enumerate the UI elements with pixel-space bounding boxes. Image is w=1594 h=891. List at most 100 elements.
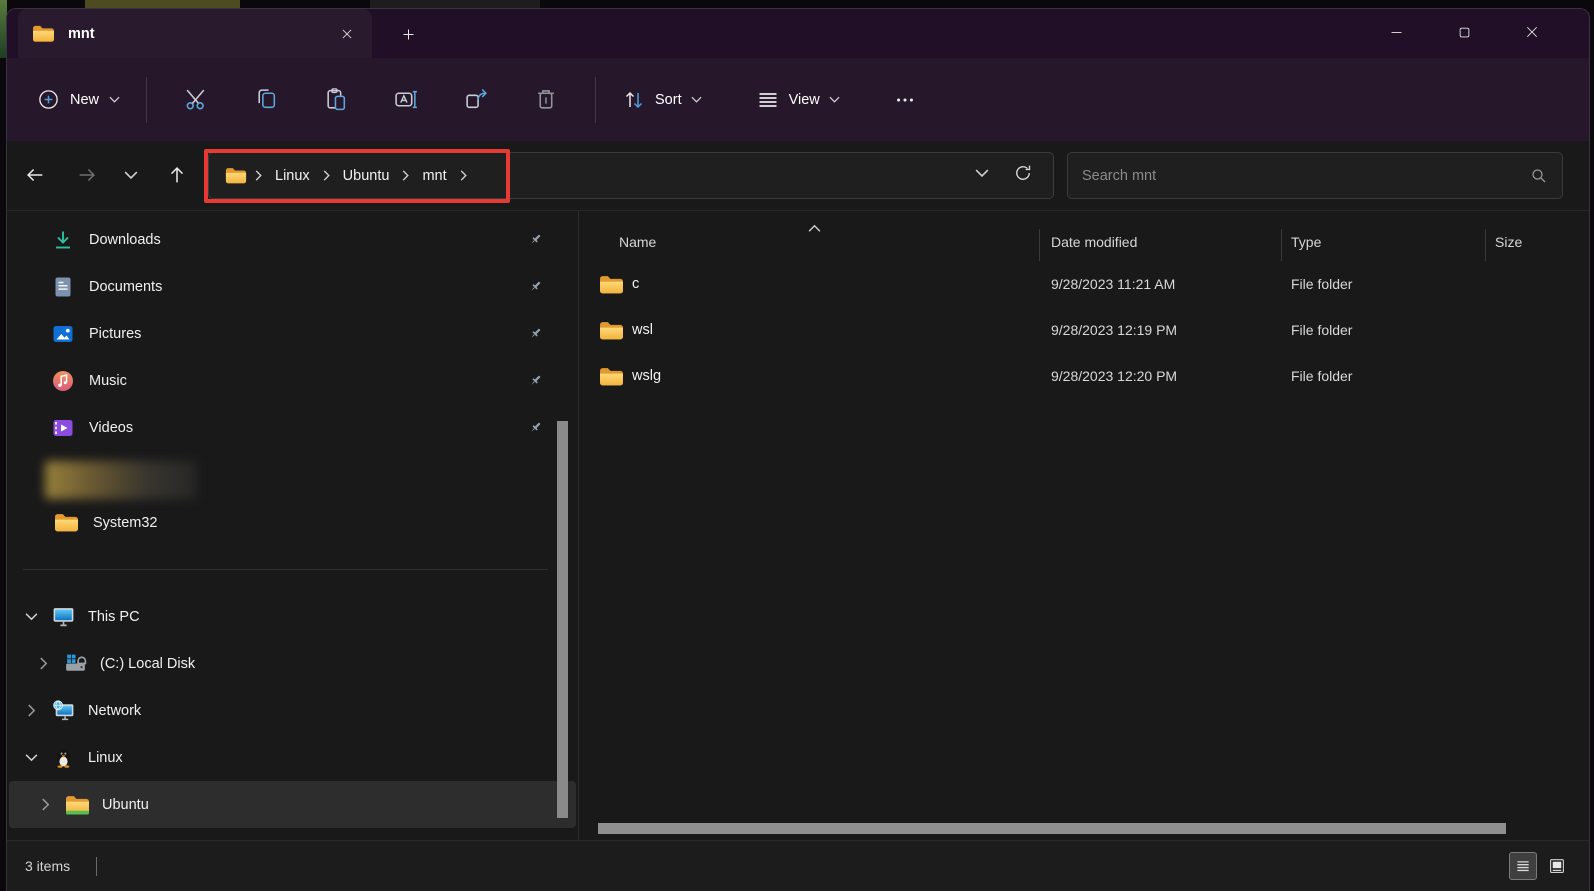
tree-item-linux[interactable]: Linux xyxy=(7,734,578,781)
column-header-date-modified[interactable]: Date modified xyxy=(1051,234,1137,250)
sidebar-item-label: Pictures xyxy=(89,326,141,342)
sidebar-item-system32[interactable]: System32 xyxy=(7,499,578,546)
file-type: File folder xyxy=(1291,368,1352,384)
breadcrumb-item-ubuntu[interactable]: Ubuntu xyxy=(334,164,399,188)
tree-item-c-drive[interactable]: (C:) Local Disk xyxy=(7,640,578,687)
recent-locations-button[interactable] xyxy=(111,155,151,195)
column-header-size[interactable]: Size xyxy=(1495,234,1522,250)
linux-tux-icon xyxy=(51,745,76,770)
refresh-icon xyxy=(1013,163,1033,183)
maximize-button[interactable] xyxy=(1430,9,1498,55)
breadcrumb-label: Ubuntu xyxy=(334,164,399,188)
column-headers: Name Date modified Type Size xyxy=(580,219,1583,267)
sidebar-item-label: Music xyxy=(89,373,127,389)
details-view-toggle[interactable] xyxy=(1509,852,1537,880)
breadcrumb-label: Linux xyxy=(266,164,319,188)
rename-button[interactable] xyxy=(379,78,433,122)
minimize-button[interactable] xyxy=(1362,9,1430,55)
refresh-button[interactable] xyxy=(1013,163,1033,188)
delete-icon xyxy=(534,87,559,112)
plus-circle-icon xyxy=(37,88,60,111)
search-box[interactable] xyxy=(1067,152,1563,199)
sidebar-item-videos[interactable]: Videos xyxy=(7,404,578,451)
large-icons-view-toggle[interactable] xyxy=(1543,852,1571,880)
sidebar-item-redacted[interactable] xyxy=(45,461,197,499)
music-icon xyxy=(51,369,75,393)
chevron-right-icon[interactable] xyxy=(35,657,51,670)
explorer-tab-mnt[interactable]: mnt xyxy=(18,9,372,58)
share-icon xyxy=(464,87,489,112)
breadcrumb-label: mnt xyxy=(413,164,455,188)
chevron-down-icon[interactable] xyxy=(23,610,39,623)
navigation-pane: Downloads Documents Pictures xyxy=(7,211,579,840)
breadcrumb-item-linux[interactable]: Linux xyxy=(266,164,319,188)
tree-item-network[interactable]: Network xyxy=(7,687,578,734)
column-header-type[interactable]: Type xyxy=(1291,234,1321,250)
chevron-down-icon[interactable] xyxy=(23,751,39,764)
pin-icon xyxy=(527,419,544,436)
cut-icon xyxy=(184,87,209,112)
back-button[interactable] xyxy=(15,155,55,195)
download-icon xyxy=(51,228,75,252)
paste-button[interactable] xyxy=(309,78,363,122)
address-dropdown-button[interactable] xyxy=(975,166,989,185)
sort-button[interactable]: Sort xyxy=(610,79,714,121)
breadcrumb-item-mnt[interactable]: mnt xyxy=(413,164,455,188)
file-row-wslg[interactable]: wslg 9/28/2023 12:20 PM File folder xyxy=(580,355,1577,401)
file-date-modified: 9/28/2023 11:21 AM xyxy=(1051,276,1175,292)
tab-close-button[interactable] xyxy=(332,19,362,49)
tree-item-this-pc[interactable]: This PC xyxy=(7,593,578,640)
breadcrumb-chevron-icon[interactable] xyxy=(456,170,471,181)
this-pc-icon xyxy=(51,604,76,629)
folder-icon xyxy=(54,512,79,533)
cut-button[interactable] xyxy=(169,78,223,122)
tree-item-label: Network xyxy=(88,703,141,719)
sidebar-item-downloads[interactable]: Downloads xyxy=(7,216,578,263)
pin-icon xyxy=(527,231,544,248)
share-button[interactable] xyxy=(449,78,503,122)
command-toolbar: New xyxy=(7,58,1589,141)
view-button[interactable]: View xyxy=(744,79,852,121)
sort-button-label: Sort xyxy=(655,92,682,108)
sidebar-item-pictures[interactable]: Pictures xyxy=(7,310,578,357)
sort-ascending-icon xyxy=(808,220,821,238)
paste-icon xyxy=(324,87,349,112)
delete-button[interactable] xyxy=(519,78,573,122)
column-divider[interactable] xyxy=(1281,229,1282,261)
up-button[interactable] xyxy=(157,155,197,195)
maximize-icon xyxy=(1457,25,1472,40)
chevron-right-icon[interactable] xyxy=(23,704,39,717)
view-icon xyxy=(756,88,780,112)
plus-icon xyxy=(401,27,416,42)
sidebar-item-music[interactable]: Music xyxy=(7,357,578,404)
file-row-wsl[interactable]: wsl 9/28/2023 12:19 PM File folder xyxy=(580,309,1577,355)
new-button[interactable]: New xyxy=(25,79,132,120)
address-bar[interactable]: Linux Ubuntu mnt xyxy=(208,152,1054,199)
vertical-scrollbar[interactable] xyxy=(557,421,568,818)
tree-item-ubuntu[interactable]: Ubuntu xyxy=(9,781,576,828)
document-icon xyxy=(51,275,75,299)
breadcrumb-chevron-icon xyxy=(319,170,334,181)
column-divider[interactable] xyxy=(1039,229,1040,261)
tab-title: mnt xyxy=(68,26,95,42)
column-divider[interactable] xyxy=(1485,229,1486,261)
file-name: wslg xyxy=(632,368,661,384)
up-arrow-icon xyxy=(166,164,188,186)
file-list-pane: Name Date modified Type Size c 9/28/2023… xyxy=(580,211,1589,840)
search-input[interactable] xyxy=(1082,168,1530,184)
chevron-down-icon xyxy=(975,166,989,180)
sidebar-item-documents[interactable]: Documents xyxy=(7,263,578,310)
file-date-modified: 9/28/2023 12:19 PM xyxy=(1051,322,1177,338)
chevron-right-icon[interactable] xyxy=(37,798,53,811)
more-options-button[interactable] xyxy=(882,78,928,122)
file-row-c[interactable]: c 9/28/2023 11:21 AM File folder xyxy=(580,263,1577,309)
horizontal-scrollbar[interactable] xyxy=(598,823,1506,834)
close-window-button[interactable] xyxy=(1498,9,1566,55)
forward-button[interactable] xyxy=(67,155,107,195)
folder-icon xyxy=(599,320,624,341)
pin-icon xyxy=(527,372,544,389)
sort-icon xyxy=(622,88,646,112)
copy-button[interactable] xyxy=(239,78,293,122)
new-tab-button[interactable] xyxy=(393,19,423,49)
column-header-name[interactable]: Name xyxy=(619,234,656,250)
